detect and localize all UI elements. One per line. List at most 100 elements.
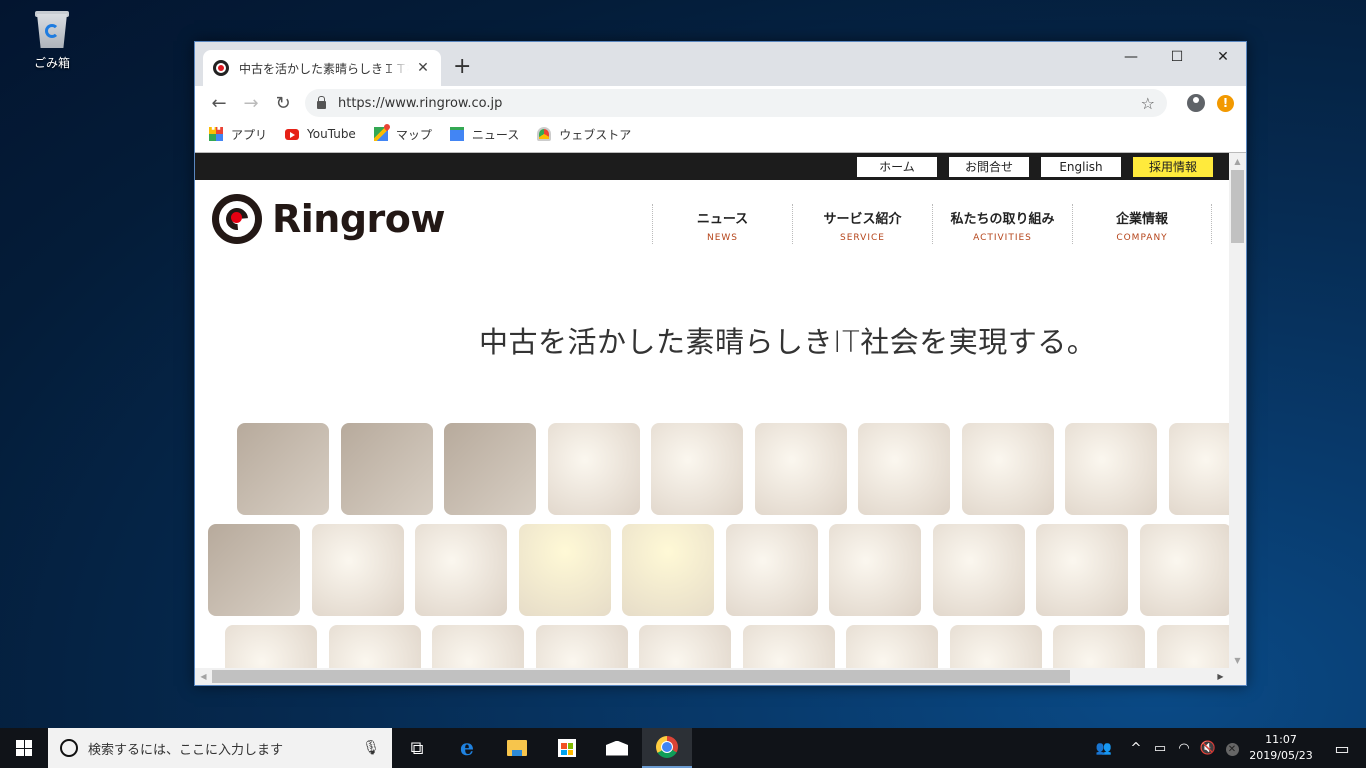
horizontal-scrollbar[interactable]: ◀ ▶	[195, 668, 1246, 685]
back-button[interactable]: ←	[203, 93, 235, 114]
nav-activities[interactable]: 私たちの取り組み ACTIVITIES	[932, 204, 1072, 244]
nav-label-ja: 私たちの取り組み	[950, 212, 1055, 227]
wifi-icon[interactable]: ◠	[1172, 741, 1196, 756]
nav-label-en: ACTIVITIES	[973, 233, 1032, 243]
clock-time: 11:07	[1265, 733, 1297, 746]
minimize-button[interactable]: —	[1108, 42, 1154, 72]
search-placeholder: 検索するには、ここに入力します	[88, 742, 284, 758]
battery-icon[interactable]: ▭	[1148, 741, 1172, 756]
clock[interactable]: 11:07 2019/05/23	[1244, 732, 1318, 764]
recycle-bin-desktop-icon[interactable]: ごみ箱	[22, 8, 82, 71]
bookmark-news[interactable]: ニュース	[449, 126, 519, 143]
bookmark-star-icon[interactable]: ☆	[1141, 94, 1155, 113]
people-icon[interactable]: 👥	[1092, 741, 1116, 756]
browser-window: 中古を活かした素晴らしきＩＴ社会を実現する。 ✕ + — ☐ ✕ ← → ↻ h…	[194, 41, 1247, 686]
recycle-bin-icon	[33, 8, 71, 50]
bookmark-label: ウェブストア	[559, 127, 632, 142]
english-link[interactable]: English	[1041, 157, 1121, 177]
file-explorer-taskbar-button[interactable]	[492, 728, 542, 768]
mosaic-tile	[311, 524, 404, 616]
mosaic-tile	[1168, 423, 1231, 515]
mosaic-tile	[444, 423, 536, 515]
chrome-taskbar-button[interactable]	[642, 728, 692, 768]
bookmark-label: アプリ	[231, 127, 268, 142]
mosaic-tile	[725, 524, 818, 616]
horizontal-scroll-thumb[interactable]	[212, 670, 1070, 683]
hero-catchphrase: 中古を活かした素晴らしきIT社会を実現する。	[479, 325, 1097, 359]
youtube-icon	[285, 128, 300, 140]
contact-link[interactable]: お問合せ	[949, 157, 1029, 177]
nav-label-en: COMPANY	[1116, 233, 1168, 243]
recycle-bin-label: ごみ箱	[33, 56, 70, 70]
microphone-icon[interactable]: 🎙	[362, 740, 380, 756]
start-button[interactable]	[0, 728, 48, 768]
mosaic-tile	[547, 423, 640, 515]
nav-company[interactable]: 企業情報 COMPANY	[1072, 204, 1212, 244]
bookmark-youtube[interactable]: YouTube	[285, 127, 356, 141]
page-viewport: ホーム お問合せ English 採用情報 Ringrow ニュース NEWS …	[195, 152, 1246, 685]
lock-icon[interactable]	[317, 96, 326, 109]
mosaic-tile	[858, 423, 950, 515]
mosaic-tile	[932, 524, 1025, 616]
scroll-left-arrow-icon[interactable]: ◀	[195, 668, 212, 685]
address-bar[interactable]: https://www.ringrow.co.jp ☆	[305, 89, 1167, 117]
mosaic-tile	[622, 524, 714, 616]
mosaic-tile	[340, 423, 433, 515]
tab-strip: 中古を活かした素晴らしきＩＴ社会を実現する。 ✕ + — ☐ ✕	[195, 42, 1246, 86]
tab-close-icon[interactable]: ✕	[415, 60, 431, 76]
taskbar: 検索するには、ここに入力します 🎙 ⧉ e 👥 ^ ▭ ◠ 🔇 ✕ 11:07 …	[0, 728, 1366, 768]
update-alert-icon[interactable]: !	[1217, 94, 1234, 112]
hero-image-mosaic	[195, 423, 1231, 685]
bookmark-webstore[interactable]: ウェブストア	[537, 126, 631, 143]
mosaic-tile	[415, 524, 507, 616]
forward-button[interactable]: →	[235, 93, 267, 114]
recruit-link[interactable]: 採用情報	[1133, 157, 1213, 177]
taskbar-search-box[interactable]: 検索するには、ここに入力します 🎙	[48, 728, 392, 768]
mosaic-tile	[1139, 524, 1231, 616]
store-taskbar-button[interactable]	[542, 728, 592, 768]
scroll-up-arrow-icon[interactable]: ▲	[1229, 153, 1246, 170]
tab-ringrow[interactable]: 中古を活かした素晴らしきＩＴ社会を実現する。 ✕	[203, 50, 441, 86]
mail-taskbar-button[interactable]	[592, 728, 642, 768]
news-icon	[449, 127, 464, 141]
error-status-icon[interactable]: ✕	[1220, 741, 1244, 756]
close-window-button[interactable]: ✕	[1200, 42, 1246, 72]
home-link[interactable]: ホーム	[857, 157, 937, 177]
cortana-icon	[60, 739, 78, 757]
nav-service[interactable]: サービス紹介 SERVICE	[792, 204, 932, 244]
volume-muted-icon[interactable]: 🔇	[1196, 741, 1220, 756]
system-tray: 👥 ^ ▭ ◠ 🔇 ✕ 11:07 2019/05/23 ▭	[1092, 728, 1366, 768]
scroll-right-arrow-icon[interactable]: ▶	[1212, 668, 1229, 685]
tab-title: 中古を活かした素晴らしきＩＴ社会を実現する。	[239, 61, 409, 76]
nav-news[interactable]: ニュース NEWS	[652, 204, 792, 244]
ringrow-favicon-icon	[213, 60, 229, 76]
ringrow-logo-icon	[212, 194, 262, 244]
site-logo[interactable]: Ringrow	[212, 194, 446, 244]
task-view-button[interactable]: ⧉	[392, 728, 442, 768]
address-url[interactable]: https://www.ringrow.co.jp	[338, 96, 1141, 111]
scroll-down-arrow-icon[interactable]: ▼	[1229, 652, 1246, 669]
browser-toolbar: ← → ↻ https://www.ringrow.co.jp ☆ !	[195, 86, 1246, 120]
bookmark-apps[interactable]: アプリ	[209, 126, 267, 143]
maximize-button[interactable]: ☐	[1154, 42, 1200, 72]
bookmarks-bar: アプリ YouTube マップ ニュース ウェブストア	[195, 120, 1246, 148]
bookmark-label: YouTube	[307, 127, 356, 141]
edge-icon: e	[460, 735, 474, 761]
mail-icon	[606, 740, 628, 756]
mosaic-tile	[1065, 423, 1157, 515]
profile-avatar-icon[interactable]	[1187, 94, 1205, 112]
clock-date: 2019/05/23	[1249, 749, 1313, 762]
bookmark-maps[interactable]: マップ	[373, 126, 432, 143]
mosaic-tile	[961, 423, 1054, 515]
edge-taskbar-button[interactable]: e	[442, 728, 492, 768]
apps-grid-icon	[209, 127, 223, 141]
vertical-scroll-thumb[interactable]	[1231, 170, 1244, 243]
action-center-icon[interactable]: ▭	[1318, 739, 1366, 758]
new-tab-button[interactable]: +	[453, 54, 471, 79]
show-hidden-icons-chevron-icon[interactable]: ^	[1124, 741, 1148, 756]
nav-label-ja: サービス紹介	[823, 212, 902, 227]
logo-text: Ringrow	[272, 197, 446, 241]
nav-label-en: SERVICE	[840, 233, 885, 243]
reload-button[interactable]: ↻	[267, 93, 299, 114]
vertical-scrollbar[interactable]: ▲ ▼	[1229, 153, 1246, 669]
